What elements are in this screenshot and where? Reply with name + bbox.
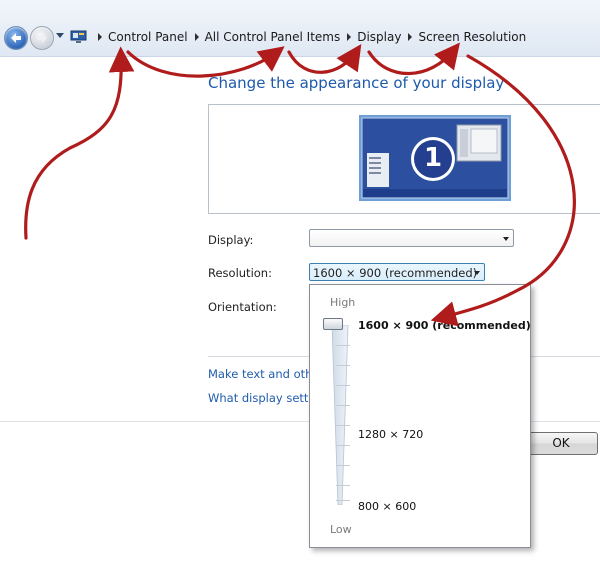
breadcrumb-all-items[interactable]: All Control Panel Items bbox=[205, 30, 341, 44]
ok-button[interactable]: OK bbox=[524, 432, 598, 455]
slider-tick bbox=[336, 425, 350, 426]
slider-tick bbox=[336, 445, 350, 446]
resolution-option-800x600[interactable]: 800 × 600 bbox=[358, 500, 416, 513]
breadcrumb-control-panel[interactable]: Control Panel bbox=[108, 30, 188, 44]
back-arrow-icon bbox=[11, 33, 21, 43]
chevron-down-icon bbox=[474, 271, 480, 275]
make-text-link[interactable]: Make text and other bbox=[208, 367, 324, 381]
resolution-slider-track[interactable] bbox=[330, 325, 350, 505]
breadcrumb-separator[interactable] bbox=[408, 33, 413, 41]
breadcrumb: Control Panel All Control Panel Items Di… bbox=[70, 28, 526, 46]
orientation-label: Orientation: bbox=[208, 300, 277, 314]
slider-tick bbox=[336, 405, 350, 406]
display-label: Display: bbox=[208, 233, 254, 247]
navigation-bar: Control Panel All Control Panel Items Di… bbox=[0, 0, 600, 57]
breadcrumb-separator[interactable] bbox=[98, 33, 102, 41]
recent-pages-icon[interactable] bbox=[56, 33, 64, 38]
chevron-down-icon bbox=[503, 237, 509, 241]
annotation-arrow bbox=[24, 46, 135, 240]
slider-high-label: High bbox=[330, 296, 356, 309]
resolution-slider-thumb[interactable] bbox=[323, 318, 343, 330]
slider-tick bbox=[336, 485, 350, 486]
breadcrumb-separator[interactable] bbox=[194, 33, 199, 41]
slider-tick bbox=[336, 500, 350, 501]
breadcrumb-display[interactable]: Display bbox=[357, 30, 401, 44]
resolution-option-1280x720[interactable]: 1280 × 720 bbox=[358, 428, 423, 441]
display-select[interactable] bbox=[309, 229, 514, 247]
slider-tick bbox=[336, 365, 350, 366]
forward-arrow-icon bbox=[37, 33, 47, 43]
breadcrumb-separator[interactable] bbox=[347, 33, 352, 41]
slider-tick bbox=[336, 345, 350, 346]
slider-low-label: Low bbox=[330, 523, 352, 536]
resolution-dropdown: High 1600 × 900 (recommended) 1280 × 720… bbox=[309, 284, 531, 548]
resolution-label: Resolution: bbox=[208, 266, 272, 280]
back-button[interactable] bbox=[4, 26, 28, 50]
breadcrumb-screen-resolution[interactable]: Screen Resolution bbox=[418, 30, 526, 44]
resolution-option-1600x900[interactable]: 1600 × 900 (recommended) bbox=[358, 319, 531, 332]
monitor-preview-area: 1 bbox=[208, 104, 600, 214]
resolution-select[interactable]: 1600 × 900 (recommended) bbox=[309, 263, 485, 281]
slider-tick bbox=[336, 385, 350, 386]
monitor-number: 1 bbox=[423, 143, 443, 173]
forward-button[interactable] bbox=[30, 26, 54, 50]
resolution-select-value: 1600 × 900 (recommended) bbox=[313, 266, 478, 280]
page-title: Change the appearance of your display bbox=[208, 74, 505, 92]
slider-tick bbox=[336, 465, 350, 466]
control-panel-icon[interactable] bbox=[70, 30, 87, 44]
